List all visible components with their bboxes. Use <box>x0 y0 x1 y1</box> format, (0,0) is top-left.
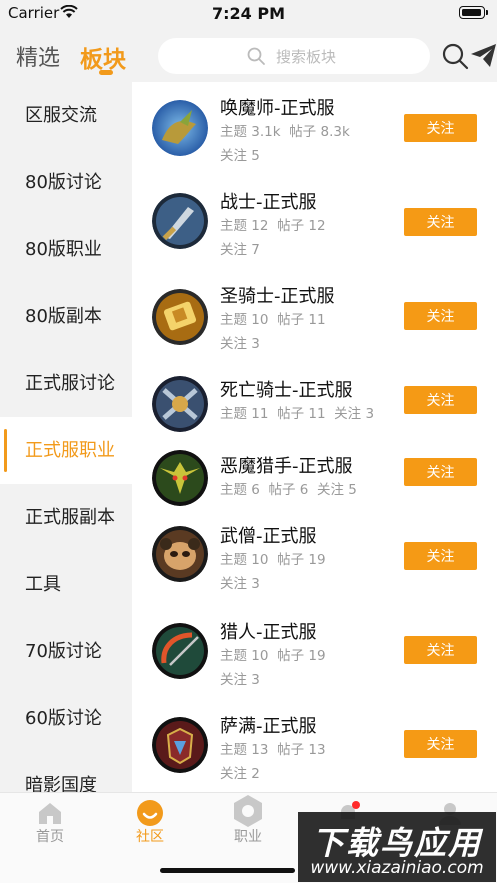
search-input[interactable]: 搜索板块 <box>158 38 430 74</box>
board-follows: 关注 3 <box>220 672 260 688</box>
board-follows: 关注 3 <box>220 336 260 352</box>
sidebar-item-tools[interactable]: 工具 <box>0 551 132 618</box>
board-title: 萨满-正式服 <box>220 716 317 737</box>
list-item[interactable]: 萨满-正式服 主题 13 帖子 13 关注 2 关注 <box>132 700 497 792</box>
list-item[interactable]: 圣骑士-正式服 主题 10 帖子 11 关注 3 关注 <box>132 270 497 364</box>
board-title: 唤魔师-正式服 <box>220 98 335 119</box>
board-stats: 主题 11 帖子 11 关注 3 <box>220 406 375 422</box>
community-icon <box>137 800 163 826</box>
watermark: 下载鸟应用 www.xiazainiao.com <box>298 812 496 882</box>
list-item[interactable]: 唤魔师-正式服 主题 3.1k 帖子 8.3k 关注 5 关注 <box>132 82 497 176</box>
follow-button[interactable]: 关注 <box>404 458 477 486</box>
warrior-avatar-icon <box>152 193 208 249</box>
board-title: 死亡骑士-正式服 <box>220 380 353 401</box>
board-stats: 主题 13 帖子 13 <box>220 742 326 758</box>
sidebar-item-retail-class[interactable]: 正式服职业 <box>0 417 132 484</box>
paladin-avatar-icon <box>152 289 208 345</box>
hunter-avatar-icon <box>152 623 208 679</box>
header: 精选 板块 搜索板块 <box>0 28 497 82</box>
list-item[interactable]: 战士-正式服 主题 12 帖子 12 关注 7 关注 <box>132 176 497 270</box>
search-icon[interactable] <box>441 42 469 70</box>
board-title: 恶魔猎手-正式服 <box>220 456 353 477</box>
watermark-url: www.xiazainiao.com <box>310 858 484 878</box>
class-icon <box>234 795 262 827</box>
sidebar-item-70-discussion[interactable]: 70版讨论 <box>0 618 132 685</box>
send-icon[interactable] <box>470 42 497 69</box>
home-icon <box>39 803 61 824</box>
board-title: 猎人-正式服 <box>220 622 317 643</box>
home-indicator <box>160 868 295 873</box>
category-sidebar: 区服交流 80版讨论 80版职业 80版副本 正式服讨论 正式服职业 正式服副本… <box>0 82 132 792</box>
status-bar: Carrier 7:24 PM <box>0 0 497 28</box>
board-follows: 关注 5 <box>220 148 260 164</box>
sidebar-item-shadowlands[interactable]: 暗影国度 <box>0 752 132 792</box>
clock: 7:24 PM <box>211 4 285 23</box>
follow-button[interactable]: 关注 <box>404 386 477 414</box>
board-stats: 主题 10 帖子 19 <box>220 648 326 664</box>
evoker-avatar-icon <box>152 100 208 156</box>
tab-indicator <box>99 70 113 75</box>
death-knight-avatar-icon <box>152 376 208 432</box>
sidebar-item-80-dungeon[interactable]: 80版副本 <box>0 283 132 350</box>
list-item[interactable]: 猎人-正式服 主题 10 帖子 19 关注 3 关注 <box>132 606 497 700</box>
follow-button[interactable]: 关注 <box>404 542 477 570</box>
board-list: 唤魔师-正式服 主题 3.1k 帖子 8.3k 关注 5 关注 战士-正式服 主… <box>132 82 497 792</box>
follow-button[interactable]: 关注 <box>404 730 477 758</box>
sidebar-item-80-discussion[interactable]: 80版讨论 <box>0 149 132 216</box>
demon-hunter-avatar-icon <box>152 450 208 506</box>
board-title: 圣骑士-正式服 <box>220 286 335 307</box>
board-stats: 主题 12 帖子 12 <box>220 218 326 234</box>
board-stats: 主题 10 帖子 11 <box>220 312 326 328</box>
follow-button[interactable]: 关注 <box>404 636 477 664</box>
sidebar-item-80-class[interactable]: 80版职业 <box>0 216 132 283</box>
board-follows: 关注 2 <box>220 766 260 782</box>
shaman-avatar-icon <box>152 717 208 773</box>
board-stats: 主题 6 帖子 6 关注 5 <box>220 482 357 498</box>
sidebar-item-retail-discussion[interactable]: 正式服讨论 <box>0 350 132 417</box>
tab-boards[interactable]: 板块 <box>80 40 126 74</box>
follow-button[interactable]: 关注 <box>404 302 477 330</box>
search-placeholder: 搜索板块 <box>276 48 337 66</box>
tab-featured[interactable]: 精选 <box>16 40 60 72</box>
board-stats: 主题 3.1k 帖子 8.3k <box>220 124 350 140</box>
board-title: 战士-正式服 <box>220 192 317 213</box>
sidebar-item-retail-dungeon[interactable]: 正式服副本 <box>0 484 132 551</box>
sidebar-item-server[interactable]: 区服交流 <box>0 82 132 149</box>
search-icon <box>247 47 265 65</box>
board-title: 武僧-正式服 <box>220 526 317 547</box>
follow-button[interactable]: 关注 <box>404 208 477 236</box>
monk-avatar-icon <box>152 526 208 582</box>
board-follows: 关注 3 <box>220 576 260 592</box>
tab-home[interactable]: 首页 <box>0 793 100 883</box>
battery-icon <box>459 6 488 19</box>
follow-button[interactable]: 关注 <box>404 114 477 142</box>
list-item[interactable]: 武僧-正式服 主题 10 帖子 19 关注 3 关注 <box>132 512 497 606</box>
board-follows: 关注 7 <box>220 242 260 258</box>
sidebar-item-60-discussion[interactable]: 60版讨论 <box>0 685 132 752</box>
board-stats: 主题 10 帖子 19 <box>220 552 326 568</box>
